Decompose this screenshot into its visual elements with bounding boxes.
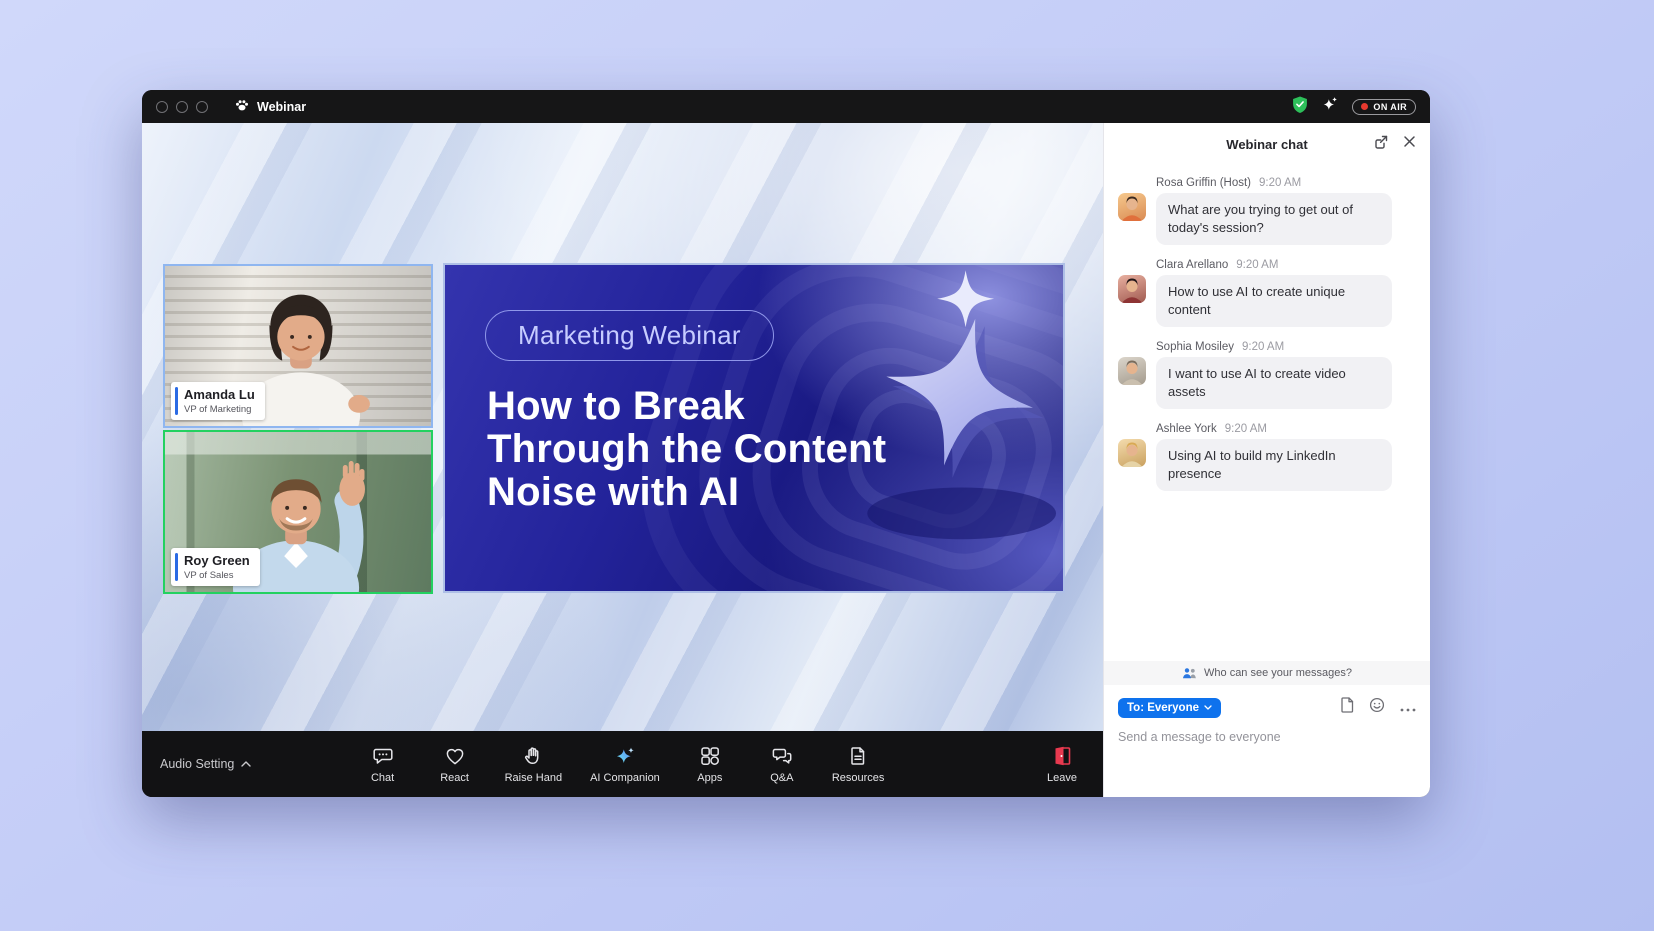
audio-setting-button[interactable]: Audio Setting xyxy=(160,757,251,771)
privacy-note-label: Who can see your messages? xyxy=(1204,667,1352,679)
zoom-button[interactable] xyxy=(196,101,208,113)
message-bubble: Using AI to build my LinkedIn presence xyxy=(1156,439,1392,491)
message-bubble: How to use AI to create unique content xyxy=(1156,275,1392,327)
slide-title-line: How to Break xyxy=(487,385,886,428)
privacy-note[interactable]: Who can see your messages? xyxy=(1104,661,1430,685)
webinar-stage: Amanda Lu VP of Marketing xyxy=(142,123,1103,731)
sender-name: Sophia Mosiley xyxy=(1156,341,1234,353)
close-button[interactable] xyxy=(156,101,168,113)
titlebar: Webinar ON AIR xyxy=(142,90,1430,123)
avatar xyxy=(1118,193,1146,221)
video-tile-amanda[interactable]: Amanda Lu VP of Marketing xyxy=(163,264,433,428)
window-controls xyxy=(156,101,208,113)
ai-companion-sparkle-icon[interactable] xyxy=(1321,95,1339,118)
chat-message: Ashlee York 9:20 AM Using AI to build my… xyxy=(1118,423,1416,491)
audio-setting-label: Audio Setting xyxy=(160,757,234,771)
minimize-button[interactable] xyxy=(176,101,188,113)
close-chat-icon[interactable] xyxy=(1403,135,1416,153)
toolbar-button-label: Apps xyxy=(697,772,722,784)
on-air-dot-icon xyxy=(1361,103,1368,110)
chevron-down-icon xyxy=(1204,705,1212,710)
message-time: 9:20 AM xyxy=(1242,341,1284,353)
apps-grid-icon xyxy=(699,745,721,767)
chat-message-list[interactable]: Rosa Griffin (Host) 9:20 AM What are you… xyxy=(1104,165,1430,661)
raise-hand-icon xyxy=(522,745,544,767)
apps-button[interactable]: Apps xyxy=(688,745,732,784)
message-bubble: What are you trying to get out of today'… xyxy=(1156,193,1392,245)
message-input[interactable] xyxy=(1118,730,1416,744)
participant-name: Amanda Lu xyxy=(184,387,255,402)
resources-button[interactable]: Resources xyxy=(832,745,885,784)
raise-hand-button[interactable]: Raise Hand xyxy=(505,745,562,784)
document-icon xyxy=(847,745,869,767)
attach-file-icon[interactable] xyxy=(1340,697,1354,718)
slide-title: How to Break Through the Content Noise w… xyxy=(487,385,886,513)
toolbar-button-label: Leave xyxy=(1047,772,1077,784)
chevron-up-icon xyxy=(241,761,251,767)
chat-composer: To: Everyone xyxy=(1104,685,1430,797)
participant-role: VP of Sales xyxy=(184,570,250,581)
react-button[interactable]: React xyxy=(433,745,477,784)
ai-sparkle-icon xyxy=(614,745,636,767)
sender-name: Rosa Griffin (Host) xyxy=(1156,177,1251,189)
video-tile-roy[interactable]: Roy Green VP of Sales xyxy=(163,430,433,594)
toolbar-button-label: AI Companion xyxy=(590,772,660,784)
message-time: 9:20 AM xyxy=(1236,259,1278,271)
presentation-slide: Marketing Webinar How to Break Through t… xyxy=(443,263,1065,593)
slide-title-line: Through the Content xyxy=(487,428,886,471)
slide-title-line: Noise with AI xyxy=(487,471,886,514)
avatar xyxy=(1118,439,1146,467)
nametag-roy: Roy Green VP of Sales xyxy=(171,548,260,586)
window-title: Webinar xyxy=(234,97,306,116)
recipient-selector-label: To: Everyone xyxy=(1127,702,1199,714)
qa-button[interactable]: Q&A xyxy=(760,745,804,784)
avatar xyxy=(1118,275,1146,303)
participant-name: Roy Green xyxy=(184,553,250,568)
slide-badge: Marketing Webinar xyxy=(485,310,774,361)
leave-button[interactable]: Leave xyxy=(1047,745,1077,784)
message-bubble: I want to use AI to create video assets xyxy=(1156,357,1392,409)
app-title: Webinar xyxy=(257,100,306,114)
on-air-label: ON AIR xyxy=(1373,102,1407,112)
toolbar-button-label: Chat xyxy=(371,772,394,784)
webinar-window: Webinar ON AIR xyxy=(142,90,1430,797)
more-options-icon[interactable] xyxy=(1400,699,1416,717)
chat-bubble-icon xyxy=(372,745,394,767)
toolbar-button-label: Raise Hand xyxy=(505,772,562,784)
leave-door-icon xyxy=(1051,745,1073,767)
emoji-icon[interactable] xyxy=(1369,697,1385,718)
message-time: 9:20 AM xyxy=(1259,177,1301,189)
avatar xyxy=(1118,357,1146,385)
webinar-icon xyxy=(234,97,250,116)
chat-header: Webinar chat xyxy=(1104,123,1430,165)
chat-title: Webinar chat xyxy=(1226,137,1307,152)
qa-bubbles-icon xyxy=(771,745,793,767)
heart-icon xyxy=(444,745,466,767)
sender-name: Ashlee York xyxy=(1156,423,1217,435)
sender-name: Clara Arellano xyxy=(1156,259,1228,271)
on-air-badge: ON AIR xyxy=(1352,99,1416,115)
message-time: 9:20 AM xyxy=(1225,423,1267,435)
recipient-selector[interactable]: To: Everyone xyxy=(1118,698,1221,718)
nametag-amanda: Amanda Lu VP of Marketing xyxy=(171,382,265,420)
toolbar-button-label: Resources xyxy=(832,772,885,784)
chat-message: Clara Arellano 9:20 AM How to use AI to … xyxy=(1118,259,1416,327)
ai-companion-button[interactable]: AI Companion xyxy=(590,745,660,784)
meeting-toolbar: Audio Setting Chat xyxy=(142,731,1103,797)
chat-message: Rosa Griffin (Host) 9:20 AM What are you… xyxy=(1118,177,1416,245)
toolbar-button-label: React xyxy=(440,772,469,784)
participant-role: VP of Marketing xyxy=(184,404,255,415)
pop-out-icon[interactable] xyxy=(1373,134,1389,155)
toolbar-button-label: Q&A xyxy=(770,772,793,784)
people-icon xyxy=(1182,667,1198,679)
security-shield-icon[interactable] xyxy=(1292,96,1308,118)
chat-message: Sophia Mosiley 9:20 AM I want to use AI … xyxy=(1118,341,1416,409)
chat-panel: Webinar chat Rosa Griffin (Host) 9:20 AM xyxy=(1103,123,1430,797)
chat-button[interactable]: Chat xyxy=(361,745,405,784)
